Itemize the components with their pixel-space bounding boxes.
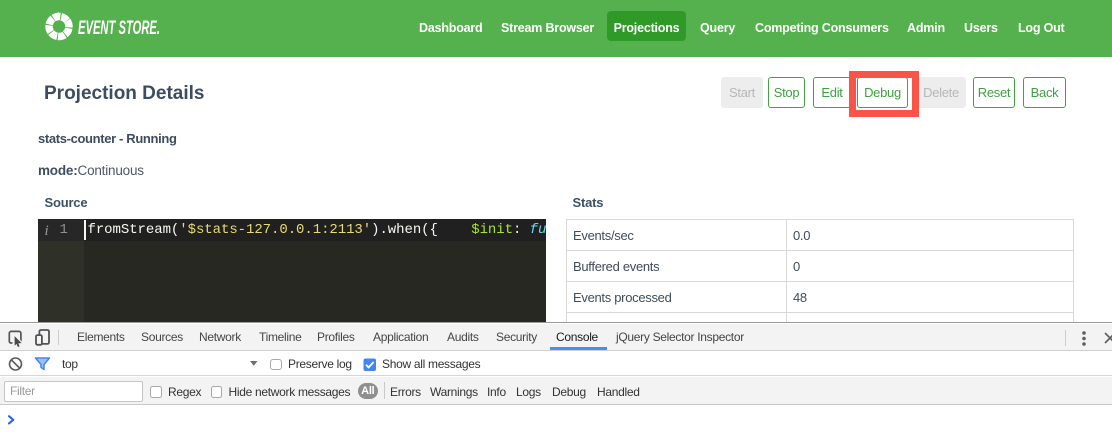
svg-text:EVENT STORE.: EVENT STORE. — [78, 18, 160, 39]
